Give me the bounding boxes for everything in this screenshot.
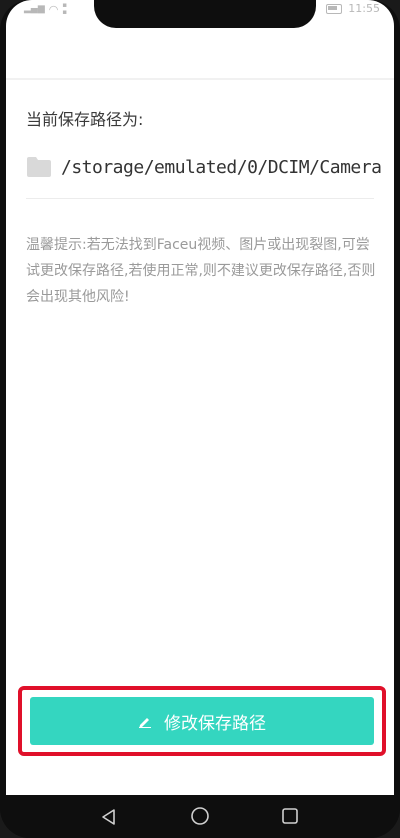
modify-save-path-button[interactable]: 修改保存路径 (30, 697, 374, 745)
header-divider (6, 78, 394, 80)
status-bar-left: ▂▄▆ ◠ ▪ ▪ (24, 2, 67, 16)
nav-recent-icon[interactable] (281, 807, 299, 825)
path-divider (26, 198, 374, 199)
battery-icon (326, 3, 343, 14)
status-time: 11:55 (348, 2, 380, 15)
nav-back-icon[interactable] (100, 808, 118, 826)
nav-home-icon[interactable] (190, 806, 210, 826)
warning-tip: 温馨提示:若无法找到Faceu视频、图片或出现裂图,可尝试更改保存路径,若使用正… (26, 237, 376, 305)
phone-frame: ▂▄▆ ◠ ▪ ▪ 11:55 当前保存路径为: /storage/emulate… (0, 0, 400, 838)
signal-icon: ▂▄▆ (24, 4, 45, 14)
camera-notch (94, 0, 316, 28)
current-path-label: 当前保存路径为: (26, 110, 144, 129)
wifi-icon: ◠ (48, 2, 59, 16)
network-speed-icon: ▪ ▪ (62, 1, 68, 16)
status-bar-right: 11:55 (326, 2, 380, 15)
pencil-icon (139, 718, 151, 728)
system-nav-bar (0, 795, 400, 838)
folder-icon (27, 157, 51, 177)
app-screen: ▂▄▆ ◠ ▪ ▪ 11:55 当前保存路径为: /storage/emulate… (6, 0, 394, 795)
modify-save-path-label: 修改保存路径 (164, 713, 266, 734)
current-path-value: /storage/emulated/0/DCIM/Camera (61, 157, 382, 178)
